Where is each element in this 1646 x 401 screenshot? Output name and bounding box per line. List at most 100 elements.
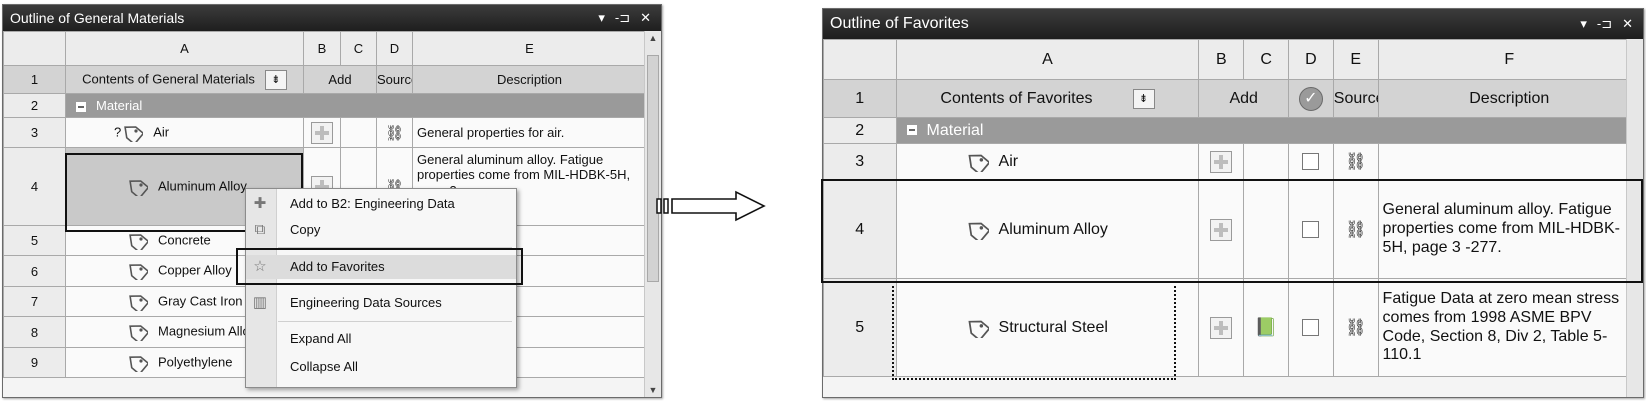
menu-item-expand-all[interactable]: Expand All — [246, 327, 516, 351]
col-header-a[interactable]: A — [65, 31, 304, 66]
add-cell[interactable] — [1198, 143, 1245, 181]
material-name: Air — [998, 153, 1019, 171]
menu-item-engineering-data-sources[interactable]: ▥ Engineering Data Sources — [246, 291, 516, 315]
material-tag-icon — [129, 264, 148, 280]
menu-item-copy[interactable]: ⧉ Copy — [246, 218, 516, 242]
row-number: 4 — [3, 147, 66, 226]
book-cell: 📗 — [1243, 278, 1289, 377]
sort-icon[interactable]: ⇟ — [1132, 88, 1155, 109]
sort-icon[interactable]: ⇟ — [264, 69, 287, 90]
material-name: Structural Steel — [998, 318, 1108, 336]
menu-item-label: Copy — [290, 222, 321, 237]
material-tag-icon — [129, 294, 148, 311]
row-number: 2 — [3, 93, 66, 118]
dropdown-icon[interactable]: ▾ — [1580, 16, 1587, 32]
favorite-checkbox[interactable] — [1302, 153, 1320, 171]
row-number: 3 — [3, 117, 66, 148]
menu-separator — [278, 321, 512, 322]
description-cell: General aluminum alloy. Fatigue properti… — [1377, 180, 1642, 279]
source-header: Source — [1332, 79, 1379, 118]
contents-header: Contents of General Materials ⇟ — [65, 65, 304, 94]
col-header-e[interactable]: E — [412, 31, 647, 66]
favorite-checkbox-cell[interactable] — [1287, 143, 1334, 181]
row-number: 1 — [3, 65, 66, 94]
scroll-up-icon[interactable]: ▲ — [645, 33, 661, 43]
menu-item-add-to-favorites[interactable]: ☆ Add to Favorites — [246, 255, 516, 279]
col-header-e[interactable]: E — [1332, 39, 1379, 80]
table-row[interactable]: 3 Air ⛓ — [823, 143, 1642, 181]
material-name: Air — [153, 123, 170, 139]
context-menu: ✚ Add to B2: Engineering Data ⧉ Copy ☆ Add … — [245, 188, 517, 388]
check-circle-icon: ✓ — [1298, 86, 1323, 111]
menu-item-label: Engineering Data Sources — [290, 295, 442, 310]
material-tag-icon — [967, 320, 989, 338]
link-icon: ⛓ — [384, 124, 405, 142]
collapse-icon[interactable] — [906, 125, 917, 136]
material-tag-icon — [129, 355, 148, 372]
row-number: 5 — [823, 278, 897, 377]
scroll-thumb[interactable] — [647, 55, 659, 282]
add-header: Add — [1198, 79, 1289, 118]
close-icon[interactable]: ✕ — [640, 10, 651, 26]
group-label: Material — [926, 121, 984, 139]
col-header-d[interactable]: D — [376, 31, 413, 66]
favorites-outline-panel: Outline of Favorites ▾ -⊐ ✕ A B C D E F … — [821, 8, 1644, 398]
col-header-b[interactable]: B — [1198, 39, 1245, 80]
material-name-cell[interactable]: ? Air — [65, 117, 304, 148]
table-row[interactable]: 3 ? Air ⛓ General properties for air. — [3, 117, 647, 148]
material-name: Aluminum Alloy — [998, 220, 1108, 238]
col-header-a[interactable]: A — [895, 39, 1200, 80]
add-cell[interactable] — [1198, 180, 1245, 279]
menu-item-add-to-engineering-data[interactable]: ✚ Add to B2: Engineering Data — [246, 192, 516, 216]
menu-item-collapse-all[interactable]: Collapse All — [246, 355, 516, 379]
favorite-check-header: ✓ — [1287, 79, 1334, 118]
row-number: 8 — [3, 316, 66, 348]
col-header-c[interactable]: C — [340, 31, 377, 66]
table-row[interactable]: 5 Structural Steel 📗 ⛓ Fatigue Data at z… — [823, 278, 1642, 377]
material-group-row[interactable]: Material — [65, 93, 647, 118]
material-group-row[interactable]: Material — [895, 117, 1642, 144]
plus-icon: ✚ — [253, 195, 267, 212]
material-tag-icon — [967, 154, 989, 172]
material-name: Polyethylene — [158, 353, 233, 369]
favorite-checkbox-cell[interactable] — [1287, 278, 1334, 377]
source-cell: ⛓ — [1332, 143, 1379, 181]
material-name-cell[interactable]: Structural Steel — [895, 278, 1200, 377]
add-plus-icon[interactable] — [1210, 218, 1233, 241]
favorite-checkbox[interactable] — [1302, 220, 1320, 238]
col-header-f[interactable]: F — [1377, 39, 1642, 80]
group-label: Material — [96, 98, 143, 113]
material-tag-icon — [129, 325, 148, 341]
favorite-checkbox[interactable] — [1302, 318, 1320, 336]
dropdown-icon[interactable]: ▾ — [598, 10, 605, 26]
menu-item-label: Collapse All — [290, 359, 358, 374]
table-row[interactable]: 4 Aluminum Alloy ⛓ General aluminum allo… — [823, 180, 1642, 279]
source-header: Source — [376, 65, 413, 94]
add-cell[interactable] — [303, 117, 341, 148]
source-cell: ⛓ — [1332, 278, 1379, 377]
collapse-icon[interactable] — [76, 101, 86, 112]
close-icon[interactable]: ✕ — [1622, 16, 1633, 32]
scroll-down-icon[interactable]: ▼ — [645, 385, 661, 395]
material-name: Concrete — [158, 231, 211, 247]
material-name-cell[interactable]: Aluminum Alloy — [895, 180, 1200, 279]
add-plus-icon[interactable] — [1210, 316, 1233, 339]
link-icon: ⛓ — [1344, 317, 1367, 337]
col-header-c[interactable]: C — [1243, 39, 1289, 80]
favorite-checkbox-cell[interactable] — [1287, 180, 1334, 279]
corner-cell — [823, 39, 897, 80]
add-cell[interactable] — [1198, 278, 1245, 377]
add-plus-icon[interactable] — [1210, 151, 1233, 173]
description-cell: Fatigue Data at zero mean stress comes f… — [1377, 278, 1642, 377]
material-tag-icon — [129, 179, 148, 196]
add-plus-icon[interactable] — [311, 121, 333, 144]
pin-icon[interactable]: -⊐ — [615, 10, 630, 26]
transfer-arrow-icon — [656, 190, 766, 222]
pin-icon[interactable]: -⊐ — [1597, 16, 1612, 32]
left-titlebar: Outline of General Materials ▾ -⊐ ✕ — [3, 5, 661, 31]
col-header-b[interactable]: B — [303, 31, 341, 66]
right-vertical-scrollbar[interactable] — [1626, 39, 1643, 397]
material-name-cell[interactable]: Air — [895, 143, 1200, 181]
col-header-d[interactable]: D — [1287, 39, 1334, 80]
menu-separator — [278, 284, 512, 285]
